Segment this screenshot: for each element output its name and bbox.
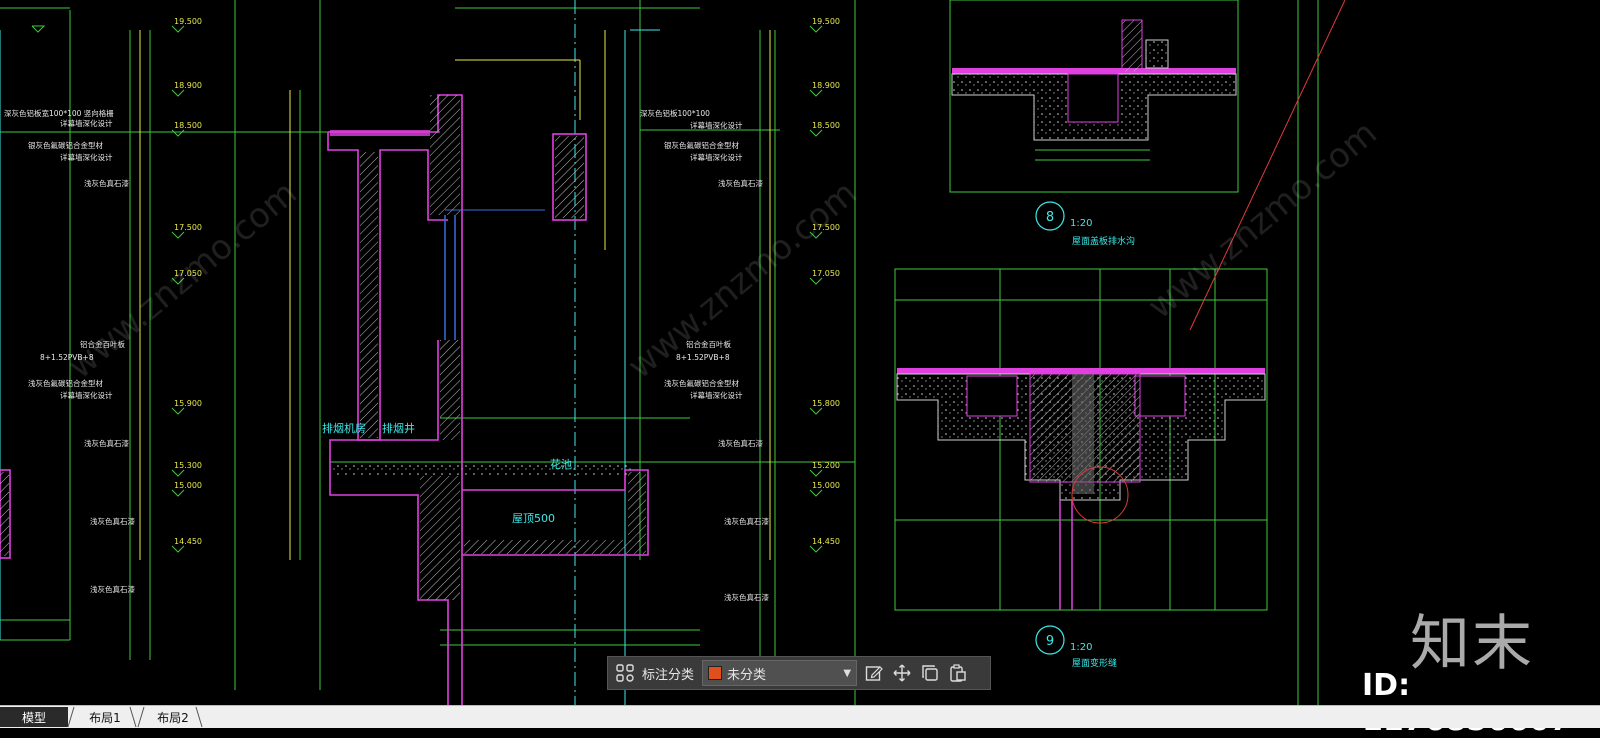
note-left-10: 浅灰色真石漆 <box>90 516 135 526</box>
note-right-0: 深灰色铝板100*100 <box>640 108 710 118</box>
note-left-8: 详幕墙深化设计 <box>60 390 113 400</box>
grid-icon[interactable] <box>614 662 636 684</box>
elev-right-0: 19.500 <box>812 17 840 26</box>
detail9-number: 9 <box>1046 634 1054 649</box>
tab-layout2-label: 布局2 <box>157 710 189 725</box>
note-left-11: 浅灰色真石漆 <box>90 584 135 594</box>
note-left-0: 深灰色铝板宽100*100 竖向格栅 <box>4 108 114 118</box>
label-room2: 排烟井 <box>382 421 415 435</box>
tab-model-label: 模型 <box>21 710 46 725</box>
note-right-3: 详幕墙深化设计 <box>690 152 743 162</box>
color-swatch <box>708 666 723 680</box>
note-left-2: 银灰色氟碳铝合金型材 <box>28 140 103 150</box>
category-select[interactable]: 未分类 ▼ <box>702 660 858 686</box>
elev-right-7: 15.000 <box>812 481 840 490</box>
elev-right-1: 18.900 <box>812 81 840 90</box>
category-label: 标注分类 <box>642 667 695 683</box>
note-right-4: 浅灰色真石漆 <box>718 178 763 188</box>
detail9-scale: 1:20 <box>1070 642 1092 653</box>
tab-layout1-label: 布局1 <box>89 710 121 725</box>
elev-right-5: 15.800 <box>812 399 840 408</box>
move-icon[interactable] <box>891 662 913 684</box>
note-left-1: 详幕墙深化设计 <box>60 118 113 128</box>
edit-icon[interactable] <box>863 662 885 684</box>
note-right-7: 浅灰色氟碳铝合金型材 <box>664 378 739 388</box>
elev-right-2: 18.500 <box>812 121 840 130</box>
elev-left-3: 17.500 <box>174 223 202 232</box>
elev-right-4: 17.050 <box>812 269 840 278</box>
category-selected: 未分类 <box>727 667 767 683</box>
copy-icon[interactable] <box>919 662 941 684</box>
elev-left-0: 19.500 <box>174 17 202 26</box>
detail8-number: 8 <box>1046 210 1054 225</box>
layout-tab-bar: 模型 布局1 布局2 <box>0 705 1600 728</box>
note-right-10: 浅灰色真石漆 <box>724 516 769 526</box>
cad-drawing: 19.500 18.900 18.500 17.500 17.050 15.90… <box>0 0 1346 705</box>
note-right-2: 银灰色氟碳铝合金型材 <box>664 140 739 150</box>
note-left-4: 浅灰色真石漆 <box>84 178 129 188</box>
elev-left-2: 18.500 <box>174 121 202 130</box>
paste-icon[interactable] <box>947 662 969 684</box>
elev-left-8: 14.450 <box>174 537 202 546</box>
detail8-title: 屋面盖板排水沟 <box>1072 235 1135 247</box>
detail9-title: 屋面变形缝 <box>1072 657 1117 669</box>
label-plan-ref: 屋顶500 <box>512 512 555 525</box>
note-left-9: 浅灰色真石漆 <box>84 438 129 448</box>
elev-left-5: 15.900 <box>174 399 202 408</box>
detail8-scale: 1:20 <box>1070 218 1092 229</box>
note-right-11: 浅灰色真石漆 <box>724 592 769 602</box>
elev-right-8: 14.450 <box>812 537 840 546</box>
elev-right-6: 15.200 <box>812 461 840 470</box>
annotation-toolbar: 标注分类 未分类 ▼ <box>607 656 991 690</box>
tab-model[interactable]: 模型 <box>0 707 68 727</box>
elev-left-1: 18.900 <box>174 81 202 90</box>
label-planter: 花池 <box>550 458 572 471</box>
tab-layout1[interactable]: 布局1 <box>74 707 136 727</box>
note-right-1: 详幕墙深化设计 <box>690 120 743 130</box>
note-right-9: 浅灰色真石漆 <box>718 438 763 448</box>
note-right-8: 详幕墙深化设计 <box>690 390 743 400</box>
cad-model-viewport[interactable]: 19.500 18.900 18.500 17.500 17.050 15.90… <box>0 0 1600 738</box>
tab-layout2[interactable]: 布局2 <box>142 707 204 727</box>
chevron-down-icon: ▼ <box>843 667 852 679</box>
elev-left-7: 15.000 <box>174 481 202 490</box>
label-room1: 排烟机房 <box>322 421 366 435</box>
elev-left-6: 15.300 <box>174 461 202 470</box>
note-left-3: 详幕墙深化设计 <box>60 152 113 162</box>
